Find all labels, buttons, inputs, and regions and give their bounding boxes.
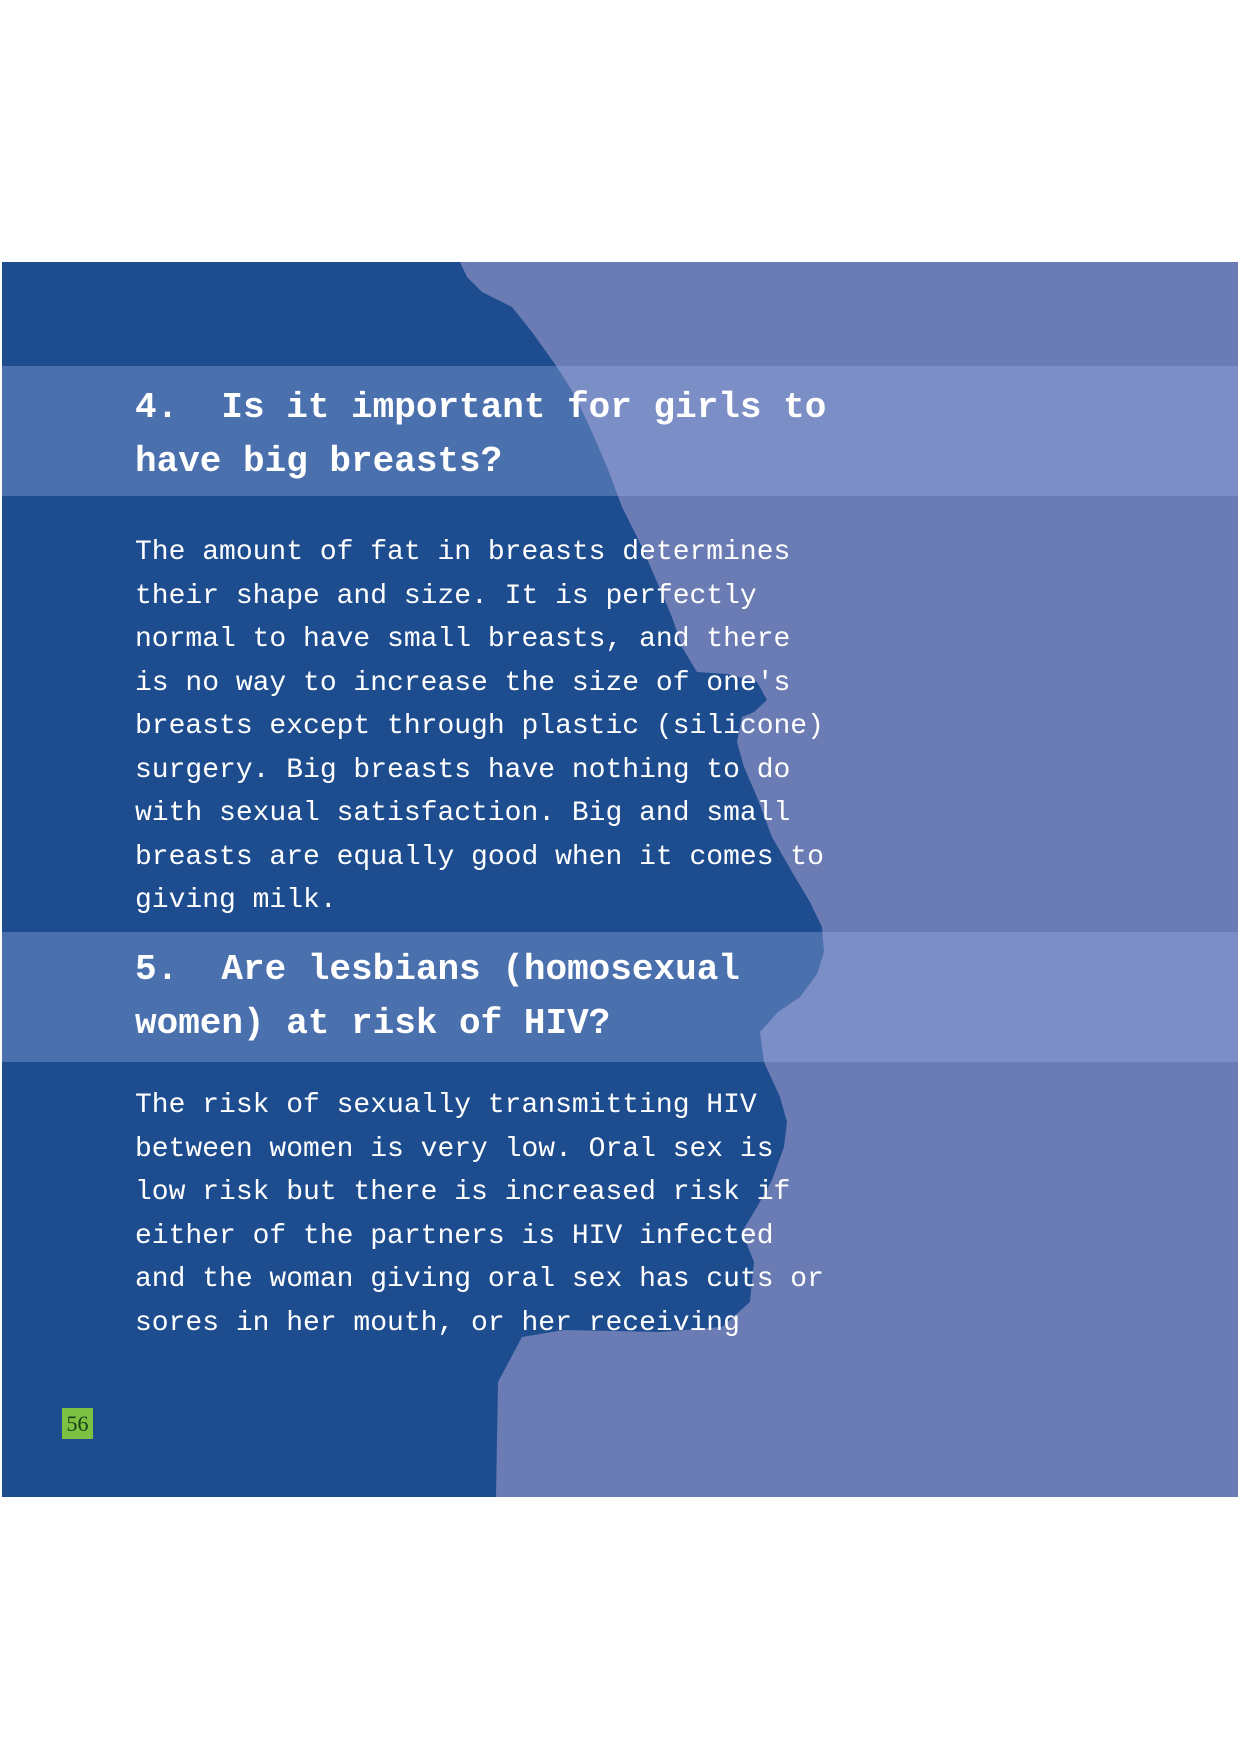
question-4-heading: 4. Is it important for girls to have big… [135,387,827,482]
question-5-answer: The risk of sexually transmitting HIV be… [135,1090,824,1339]
page-panel: 4. Is it important for girls to have big… [2,262,1238,1497]
page-number: 56 [62,1408,93,1439]
question-5-heading: 5. Are lesbians (homosexual women) at ri… [135,949,740,1044]
question-4-answer: The amount of fat in breasts determines … [135,537,824,916]
